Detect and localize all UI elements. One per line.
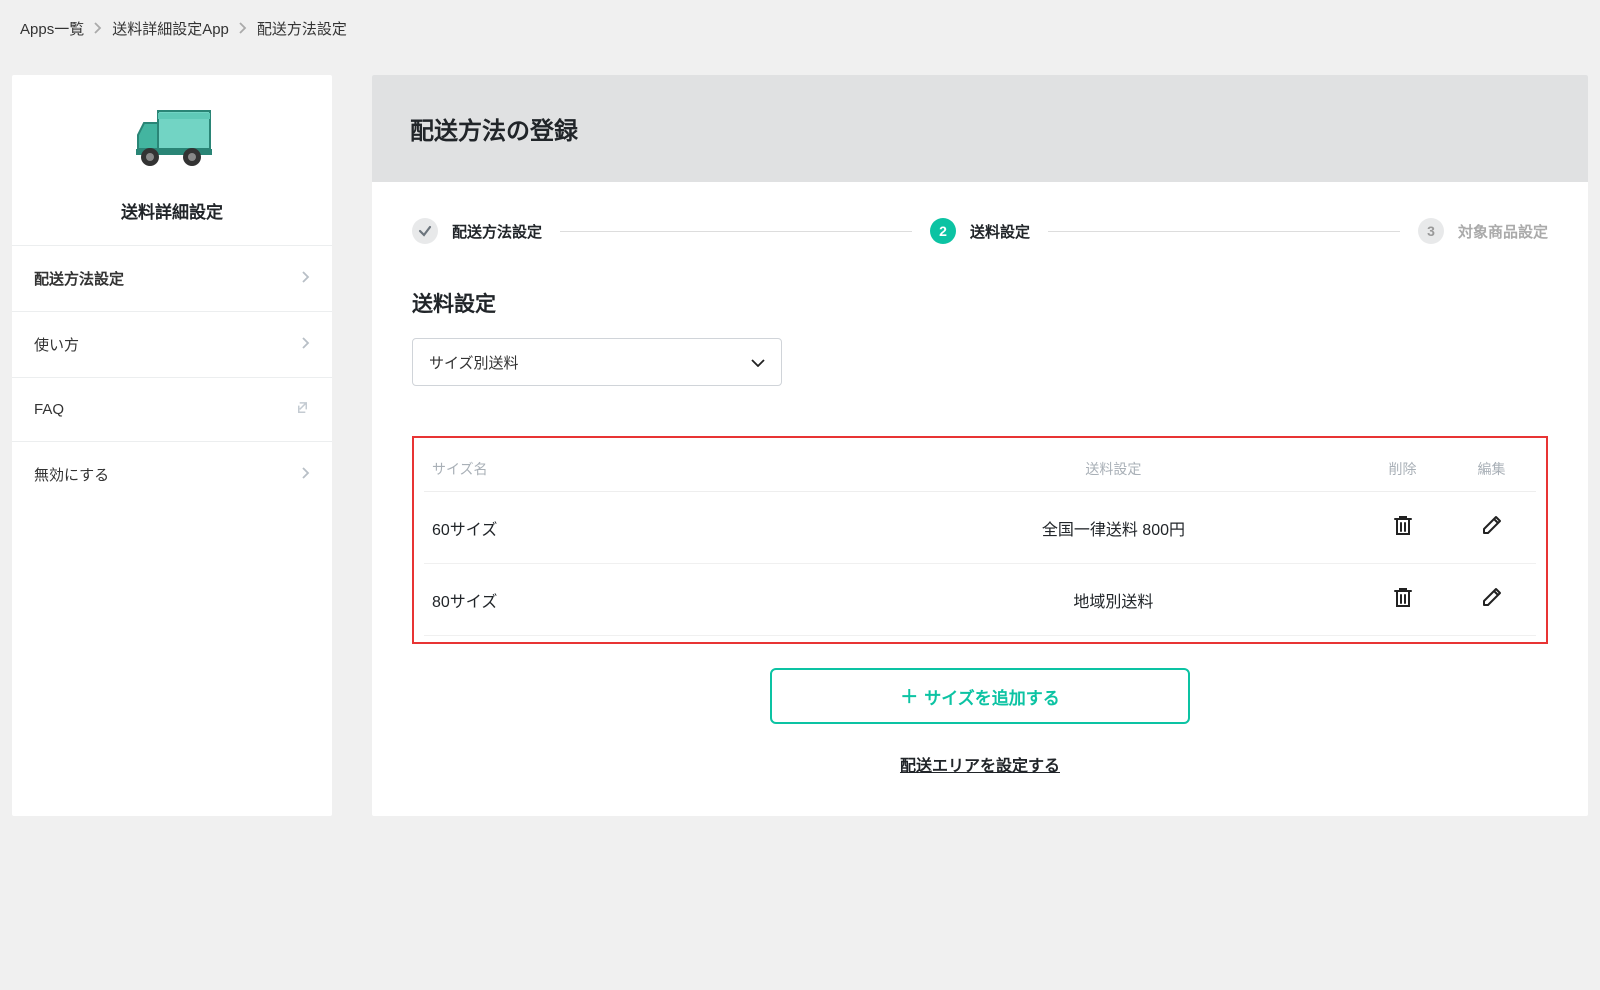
step-3: 3 対象商品設定 xyxy=(1418,218,1548,244)
main: 配送方法の登録 配送方法設定 2 送料設定 xyxy=(372,75,1588,816)
step-label: 対象商品設定 xyxy=(1458,221,1548,242)
chevron-right-icon xyxy=(302,271,310,286)
stepper: 配送方法設定 2 送料設定 3 対象商品設定 xyxy=(412,218,1548,244)
cell-size: 80サイズ xyxy=(424,564,869,636)
select-value: サイズ別送料 xyxy=(429,352,519,373)
th-edit: 編集 xyxy=(1447,444,1536,492)
size-table-highlight: サイズ名 送料設定 削除 編集 60サイズ 全国一律送料 800円 xyxy=(412,436,1548,644)
trash-icon[interactable] xyxy=(1393,586,1413,608)
table-row: 80サイズ 地域別送料 xyxy=(424,564,1536,636)
th-delete: 削除 xyxy=(1358,444,1447,492)
sidebar-item-label: FAQ xyxy=(34,401,64,418)
th-fee: 送料設定 xyxy=(869,444,1358,492)
section-title: 送料設定 xyxy=(412,288,1548,318)
pencil-icon[interactable] xyxy=(1481,514,1503,536)
sidebar-title: 送料詳細設定 xyxy=(121,198,223,223)
sidebar-item-disable[interactable]: 無効にする xyxy=(12,441,332,507)
step-number-icon: 2 xyxy=(930,218,956,244)
cell-fee: 全国一律送料 800円 xyxy=(869,492,1358,564)
trash-icon[interactable] xyxy=(1393,514,1413,536)
step-number-icon: 3 xyxy=(1418,218,1444,244)
sidebar: 送料詳細設定 配送方法設定 使い方 FAQ xyxy=(12,75,332,816)
fee-type-select[interactable]: サイズ別送料 xyxy=(412,338,782,386)
sidebar-item-label: 使い方 xyxy=(34,334,79,355)
breadcrumb-item-2[interactable]: 配送方法設定 xyxy=(257,18,347,39)
step-label: 配送方法設定 xyxy=(452,221,542,242)
step-label: 送料設定 xyxy=(970,221,1030,242)
main-header: 配送方法の登録 xyxy=(372,75,1588,182)
sidebar-item-shipping-method[interactable]: 配送方法設定 xyxy=(12,245,332,311)
chevron-right-icon xyxy=(239,21,247,37)
size-table: サイズ名 送料設定 削除 編集 60サイズ 全国一律送料 800円 xyxy=(424,444,1536,636)
add-button-label: サイズを追加する xyxy=(924,684,1060,709)
external-link-icon xyxy=(295,400,310,419)
table-row: 60サイズ 全国一律送料 800円 xyxy=(424,492,1536,564)
th-size: サイズ名 xyxy=(424,444,869,492)
sidebar-item-faq[interactable]: FAQ xyxy=(12,377,332,441)
pencil-icon[interactable] xyxy=(1481,586,1503,608)
breadcrumb-item-0[interactable]: Apps一覧 xyxy=(20,18,84,39)
sidebar-item-label: 無効にする xyxy=(34,464,109,485)
sidebar-header: 送料詳細設定 xyxy=(12,75,332,245)
step-2: 2 送料設定 xyxy=(930,218,1030,244)
sidebar-item-usage[interactable]: 使い方 xyxy=(12,311,332,377)
chevron-down-icon xyxy=(751,354,765,371)
cell-fee: 地域別送料 xyxy=(869,564,1358,636)
plus-icon: ＋ xyxy=(900,683,918,709)
main-title: 配送方法の登録 xyxy=(410,111,1550,146)
breadcrumb: Apps一覧 送料詳細設定App 配送方法設定 xyxy=(0,0,1600,57)
cell-size: 60サイズ xyxy=(424,492,869,564)
breadcrumb-item-1[interactable]: 送料詳細設定App xyxy=(112,18,229,39)
step-line xyxy=(560,231,912,232)
chevron-right-icon xyxy=(302,337,310,352)
truck-icon xyxy=(132,105,212,170)
check-icon xyxy=(412,218,438,244)
add-size-button[interactable]: ＋ サイズを追加する xyxy=(770,668,1190,724)
sidebar-item-label: 配送方法設定 xyxy=(34,268,124,289)
configure-area-link[interactable]: 配送エリアを設定する xyxy=(412,752,1548,776)
chevron-right-icon xyxy=(94,21,102,37)
chevron-right-icon xyxy=(302,467,310,482)
step-1: 配送方法設定 xyxy=(412,218,542,244)
step-line xyxy=(1048,231,1400,232)
